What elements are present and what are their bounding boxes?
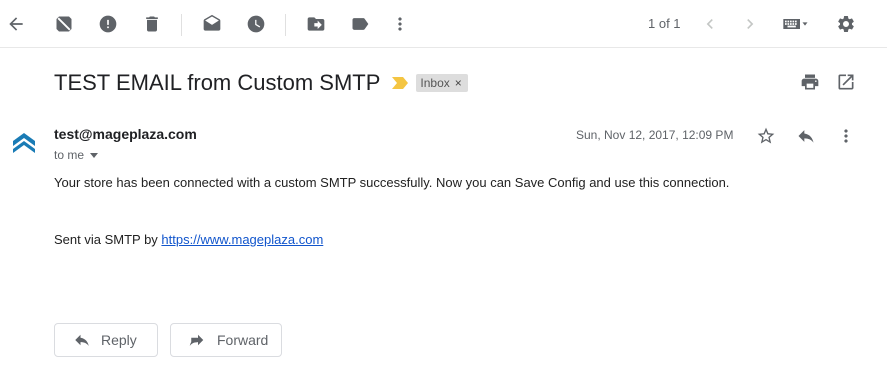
print-icon[interactable] — [798, 70, 822, 94]
signature-text: Sent via SMTP by — [54, 232, 162, 247]
inbox-label-chip[interactable]: Inbox × — [416, 74, 468, 92]
keyboard-icon[interactable] — [778, 12, 812, 36]
reply-icon[interactable] — [794, 124, 818, 148]
toolbar-divider — [285, 14, 286, 36]
star-icon[interactable] — [754, 124, 778, 148]
subject-row: TEST EMAIL from Custom SMTP Inbox × — [54, 68, 468, 98]
inbox-label-text: Inbox — [420, 76, 450, 90]
more-vert-icon[interactable] — [388, 12, 412, 36]
reply-button-label: Reply — [101, 332, 137, 348]
report-spam-icon[interactable] — [96, 12, 120, 36]
not-spam-icon[interactable] — [52, 12, 76, 36]
reply-button[interactable]: Reply — [54, 323, 158, 357]
email-timestamp: Sun, Nov 12, 2017, 12:09 PM — [576, 128, 734, 142]
settings-icon[interactable] — [834, 12, 858, 36]
delete-icon[interactable] — [140, 12, 164, 36]
mark-unread-icon[interactable] — [200, 12, 224, 36]
reply-icon — [75, 334, 89, 346]
back-arrow-icon[interactable] — [4, 12, 28, 36]
important-marker-icon[interactable] — [392, 77, 409, 89]
forward-icon — [189, 334, 204, 346]
labels-icon[interactable] — [348, 12, 372, 36]
recipient-details[interactable]: to me — [54, 148, 99, 163]
forward-button-label: Forward — [217, 332, 269, 348]
website-link[interactable]: https://www.mageplaza.com — [161, 232, 323, 247]
sender-email: test@mageplaza.com — [54, 126, 197, 142]
recipient-text: to me — [54, 148, 85, 162]
open-in-new-window-icon[interactable] — [834, 70, 858, 94]
snooze-icon[interactable] — [244, 12, 268, 36]
forward-button[interactable]: Forward — [170, 323, 282, 357]
pager-text: 1 of 1 — [648, 16, 681, 31]
email-body-signature: Sent via SMTP by https://www.mageplaza.c… — [54, 232, 323, 248]
remove-label-icon[interactable]: × — [455, 74, 462, 92]
email-subject: TEST EMAIL from Custom SMTP — [54, 70, 381, 95]
chevron-right-icon[interactable] — [738, 12, 762, 36]
email-body-text: Your store has been connected with a cus… — [54, 175, 730, 190]
more-vert-icon[interactable] — [834, 124, 858, 148]
chevron-left-icon[interactable] — [698, 12, 722, 36]
toolbar-divider — [181, 14, 182, 36]
sender-avatar — [10, 128, 38, 156]
toolbar: 1 of 1 — [0, 0, 887, 48]
move-to-icon[interactable] — [304, 12, 328, 36]
chevron-down-icon[interactable] — [90, 153, 99, 158]
